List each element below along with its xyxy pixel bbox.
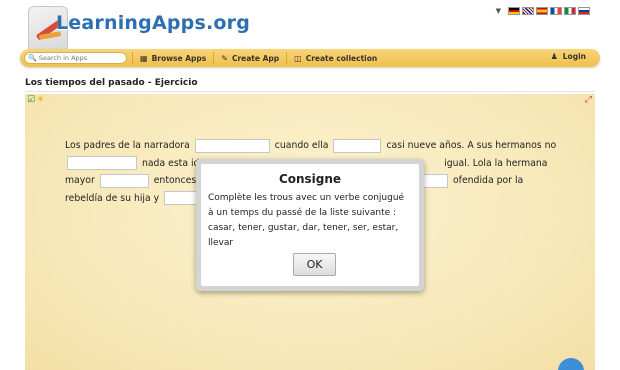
dialog-text: Complète les trous avec un verbe conjugu… xyxy=(208,193,405,248)
answer-gap-3[interactable] xyxy=(67,156,137,170)
answer-gap-4[interactable] xyxy=(99,173,149,188)
exercise-text-part: ofendida por la xyxy=(452,175,524,186)
language-selector[interactable]: ▼ xyxy=(496,7,590,15)
search-input[interactable] xyxy=(38,54,124,62)
it-flag-icon[interactable] xyxy=(564,7,576,15)
learningapps-page: LearningApps.org ▼ 🔍 ▦ Browse Apps ✎ Cre… xyxy=(0,0,620,370)
instruction-dialog: Consigne Complète les trous avec un verb… xyxy=(196,159,424,291)
browse-apps-link[interactable]: ▦ Browse Apps xyxy=(132,52,213,64)
ru-flag-icon[interactable] xyxy=(578,7,590,15)
search-icon: 🔍 xyxy=(28,54,37,62)
title-divider xyxy=(25,91,595,92)
exercise-text-part: mayor xyxy=(65,175,95,186)
answer-gap-1[interactable] xyxy=(194,138,270,153)
exercise-text-part: rebeldía de su hija y xyxy=(65,192,160,204)
create-app-label: Create App xyxy=(231,53,280,63)
edit-app-icon[interactable]: ☑ xyxy=(27,95,35,105)
exercise-text-part: igual. Lola la hermana xyxy=(444,157,548,169)
fr-flag-icon[interactable] xyxy=(550,7,562,15)
login-link[interactable]: ♟ Login xyxy=(551,52,586,61)
create-app-link[interactable]: ✎ Create App xyxy=(213,52,286,64)
page-title: Los tiempos del pasado - Ejercicio xyxy=(25,78,198,88)
answer-gap-2[interactable] xyxy=(333,138,382,153)
create-collection-label: Create collection xyxy=(305,53,378,63)
exercise-text-part: casi nueve años. A sus hermanos no xyxy=(386,140,557,151)
exercise-text-part: Los padres de la narradora xyxy=(65,140,190,151)
de-flag-icon[interactable] xyxy=(508,7,520,15)
ok-button[interactable]: OK xyxy=(293,253,336,276)
fullscreen-icon[interactable]: ⤢ xyxy=(585,95,592,105)
grid-icon: ▦ xyxy=(140,53,148,63)
collection-icon: ◫ xyxy=(294,53,302,63)
main-navbar: 🔍 ▦ Browse Apps ✎ Create App ◫ Create co… xyxy=(20,49,600,67)
user-icon: ♟ xyxy=(550,52,558,61)
search-box[interactable]: 🔍 xyxy=(24,52,127,64)
logo-text: LearningApps.org xyxy=(56,12,251,34)
es-flag-icon[interactable] xyxy=(536,7,548,15)
create-collection-link[interactable]: ◫ Create collection xyxy=(286,52,384,64)
logo[interactable]: LearningApps.org xyxy=(18,2,250,50)
dropdown-triangle-icon[interactable]: ▼ xyxy=(496,7,501,15)
exercise-text-part: cuando ella xyxy=(274,140,329,151)
browse-apps-label: Browse Apps xyxy=(151,53,207,63)
dialog-title: Consigne xyxy=(278,172,342,186)
lightbulb-icon[interactable]: ☀ xyxy=(36,95,44,105)
en-flag-icon[interactable] xyxy=(522,7,534,15)
pencil-icon: ✎ xyxy=(221,53,228,63)
login-label: Login xyxy=(562,52,586,61)
